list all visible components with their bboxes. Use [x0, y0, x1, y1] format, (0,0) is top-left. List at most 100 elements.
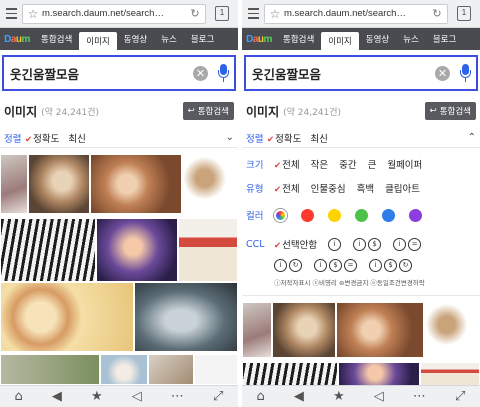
back-icon[interactable]: ◀	[52, 389, 62, 404]
image-thumb[interactable]	[424, 302, 480, 358]
tab-video[interactable]: 동영상	[117, 28, 154, 50]
ccl-option-by-sa[interactable]: i ↻	[274, 258, 304, 272]
share-icon[interactable]: ◁	[374, 389, 384, 404]
image-thumb[interactable]	[134, 282, 238, 352]
image-thumb[interactable]	[336, 302, 424, 358]
color-swatch-red[interactable]	[301, 208, 314, 222]
url-text: m.search.daum.net/search…	[284, 8, 406, 19]
share-icon[interactable]: ◁	[132, 389, 142, 404]
results-count: (약 24,241건)	[41, 107, 100, 118]
color-swatch-yellow[interactable]	[328, 208, 341, 222]
menu-icon[interactable]	[242, 0, 264, 28]
tab-image[interactable]: 이미지	[321, 32, 359, 50]
more-icon[interactable]: ⋯	[413, 389, 426, 404]
microphone-icon[interactable]	[460, 63, 471, 83]
sort-accuracy[interactable]: 정확도	[25, 131, 59, 145]
tab-video[interactable]: 동영상	[359, 28, 396, 50]
image-thumb[interactable]	[242, 302, 272, 358]
tab-integrated[interactable]: 통합검색	[34, 28, 79, 50]
sort-accuracy[interactable]: 정확도	[267, 131, 301, 145]
image-thumb[interactable]	[96, 218, 178, 282]
tab-count-button[interactable]: 1	[457, 6, 471, 21]
clear-icon[interactable]: ✕	[193, 65, 208, 81]
size-small[interactable]: 작은	[311, 157, 328, 171]
ccl-option-by-nc[interactable]: i $	[353, 237, 383, 251]
tab-integrated[interactable]: 통합검색	[276, 28, 321, 50]
type-clipart[interactable]: 클립아트	[385, 181, 420, 195]
image-thumb[interactable]	[28, 154, 90, 214]
sort-latest[interactable]: 최신	[310, 131, 327, 145]
color-label: 컬러	[246, 211, 264, 222]
ccl-option-by-nc-sa[interactable]: i $ ↻	[369, 258, 414, 272]
microphone-icon[interactable]	[218, 63, 229, 83]
size-medium[interactable]: 중간	[339, 157, 356, 171]
tab-image[interactable]: 이미지	[79, 32, 117, 50]
image-thumb[interactable]	[148, 354, 194, 385]
fullscreen-icon[interactable]: ⤢	[455, 389, 465, 404]
image-thumb[interactable]	[100, 354, 148, 385]
reload-icon[interactable]: ↻	[430, 7, 444, 20]
menu-icon[interactable]	[0, 0, 22, 28]
right-screen: ☆ m.search.daum.net/search… ↻ 1 Daum 통합검…	[242, 0, 480, 407]
bookmark-icon[interactable]: ★	[333, 389, 345, 404]
size-all[interactable]: 전체	[274, 157, 299, 171]
image-thumb[interactable]	[178, 218, 238, 282]
more-icon[interactable]: ⋯	[171, 389, 184, 404]
color-all-swatch[interactable]	[274, 208, 287, 222]
ccl-none[interactable]: 선택안함	[274, 237, 317, 251]
search-box[interactable]: 웃긴움짤모음 ✕	[2, 55, 236, 91]
type-bw[interactable]: 흑백	[357, 181, 374, 195]
bookmark-star-icon[interactable]: ☆	[268, 7, 282, 21]
image-thumb[interactable]	[420, 362, 480, 386]
sort-latest[interactable]: 최신	[68, 131, 85, 145]
image-thumb[interactable]	[90, 154, 182, 214]
chevron-up-icon[interactable]: ⌃	[468, 132, 476, 143]
image-thumb[interactable]	[182, 154, 238, 214]
ccl-option-by-nd[interactable]: i =	[393, 237, 423, 251]
address-field[interactable]: ☆ m.search.daum.net/search… ↻	[264, 3, 448, 24]
clear-icon[interactable]: ✕	[435, 65, 450, 81]
return-icon: ↩	[187, 106, 195, 116]
tab-count-button[interactable]: 1	[215, 6, 229, 21]
daum-logo[interactable]: Daum	[242, 28, 276, 50]
size-label: 크기	[246, 160, 264, 171]
tab-blog[interactable]: 블로그	[426, 28, 463, 50]
bookmark-star-icon[interactable]: ☆	[26, 7, 40, 21]
image-thumb[interactable]	[0, 154, 28, 214]
address-field[interactable]: ☆ m.search.daum.net/search… ↻	[22, 3, 206, 24]
tab-news[interactable]: 뉴스	[154, 28, 184, 50]
image-thumb[interactable]	[0, 354, 100, 385]
image-thumb[interactable]	[272, 302, 336, 358]
search-input[interactable]: 웃긴움짤모음	[10, 64, 193, 83]
home-icon[interactable]: ⌂	[15, 389, 23, 404]
image-thumb[interactable]	[0, 218, 96, 282]
reload-icon[interactable]: ↻	[188, 7, 202, 20]
color-swatch-purple[interactable]	[409, 208, 422, 222]
image-grid	[242, 295, 480, 386]
bookmark-icon[interactable]: ★	[91, 389, 103, 404]
size-large[interactable]: 큰	[368, 157, 377, 171]
daum-logo[interactable]: Daum	[0, 28, 34, 50]
integrated-search-button[interactable]: ↩ 통합검색	[182, 102, 234, 120]
ccl-option-by[interactable]: i	[328, 237, 343, 251]
image-thumb[interactable]	[0, 282, 134, 352]
back-icon[interactable]: ◀	[294, 389, 304, 404]
home-icon[interactable]: ⌂	[257, 389, 265, 404]
color-swatch-green[interactable]	[355, 208, 368, 222]
type-all[interactable]: 전체	[274, 181, 299, 195]
tab-news[interactable]: 뉴스	[396, 28, 426, 50]
search-input[interactable]: 웃긴움짤모음	[252, 64, 435, 83]
fullscreen-icon[interactable]: ⤢	[213, 389, 223, 404]
image-thumb[interactable]	[194, 354, 238, 385]
image-thumb[interactable]	[242, 362, 338, 386]
image-thumb[interactable]	[338, 362, 420, 386]
color-swatch-blue[interactable]	[382, 208, 395, 222]
search-box[interactable]: 웃긴움짤모음 ✕	[244, 55, 478, 91]
ccl-by-icon: i	[353, 237, 367, 251]
ccl-option-by-nc-nd[interactable]: i $ =	[314, 258, 359, 272]
tab-blog[interactable]: 블로그	[184, 28, 221, 50]
integrated-search-button[interactable]: ↩ 통합검색	[424, 102, 476, 120]
chevron-down-icon[interactable]: ⌄	[226, 132, 234, 143]
size-wallpaper[interactable]: 월페이퍼	[387, 157, 422, 171]
type-portrait[interactable]: 인물중심	[311, 181, 346, 195]
